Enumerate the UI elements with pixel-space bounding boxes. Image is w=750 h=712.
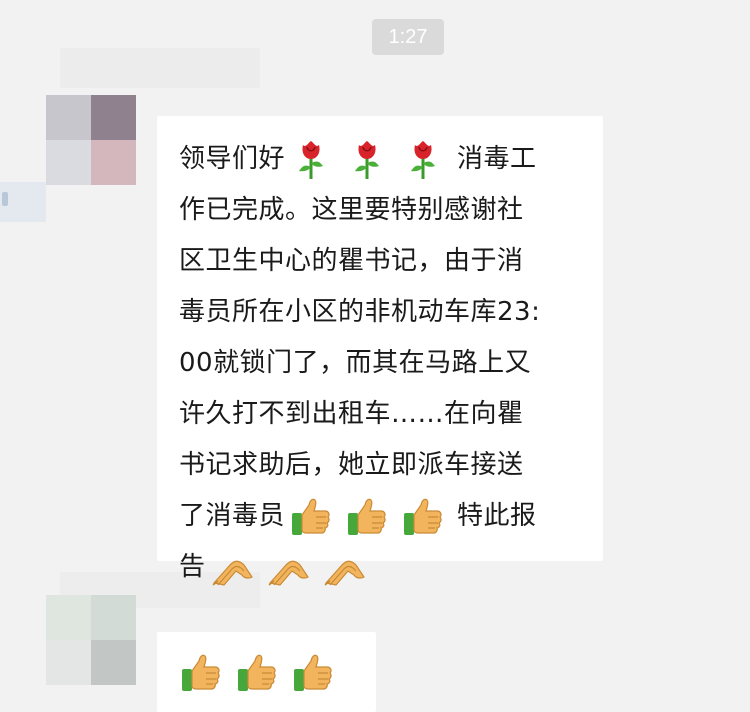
message-bubble[interactable]: 领导们好 消毒工作已完成。这里要特别感谢社 区卫生中心的瞿书记，由于消 毒员所在小区的… <box>157 116 603 586</box>
thumbs-up-icon <box>345 494 389 538</box>
avatar[interactable] <box>46 595 136 685</box>
thumbs-up-icon <box>291 650 335 694</box>
pray-hands-icon <box>322 545 366 589</box>
message-text: 告 <box>179 552 206 582</box>
message-emoji-row <box>179 650 335 694</box>
message-line: 书记求助后，她立即派车接送 <box>179 438 524 492</box>
thumbs-up-icon <box>179 650 223 694</box>
message-timestamp: 1:27 <box>372 19 444 55</box>
message-text: 许久打不到出租车……在向瞿 <box>179 399 524 429</box>
pray-hands-icon <box>266 545 310 589</box>
rose-icon <box>345 137 389 181</box>
message-line: 许久打不到出租车……在向瞿 <box>179 387 524 441</box>
message-text: 领导们好 <box>179 144 286 174</box>
message-bubble[interactable] <box>157 632 376 712</box>
message-text: 特此报 <box>457 501 537 531</box>
message-text: 区卫生中心的瞿书记，由于消 <box>179 246 524 276</box>
message-text: 书记求助后，她立即派车接送 <box>179 450 524 480</box>
thumbs-up-icon <box>289 494 333 538</box>
blurred-sender-name <box>60 48 260 88</box>
message-line: 告 <box>179 540 366 594</box>
message-line: 区卫生中心的瞿书记，由于消 <box>179 234 524 288</box>
message-text: 毒员所在小区的非机动车库23: <box>179 297 541 327</box>
message-text: 消毒工 <box>457 144 537 174</box>
rose-icon <box>289 137 333 181</box>
avatar[interactable] <box>46 95 136 185</box>
message-text: 作已完成。这里要特别感谢社 <box>179 195 524 225</box>
message-text: 了消毒员 <box>179 501 286 531</box>
message-line: 了消毒员 特此报 <box>179 489 537 543</box>
rose-icon <box>401 137 445 181</box>
pray-hands-icon <box>210 545 254 589</box>
message-line: 领导们好 消毒工 <box>179 132 537 186</box>
message-line: 作已完成。这里要特别感谢社 <box>179 183 524 237</box>
message-text: 00就锁门了，而其在马路上又 <box>179 348 532 378</box>
message-line: 毒员所在小区的非机动车库23: <box>179 285 540 339</box>
thumbs-up-icon <box>235 650 279 694</box>
message-line: 00就锁门了，而其在马路上又 <box>179 336 531 390</box>
partial-contact-item <box>0 182 46 222</box>
thumbs-up-icon <box>401 494 445 538</box>
